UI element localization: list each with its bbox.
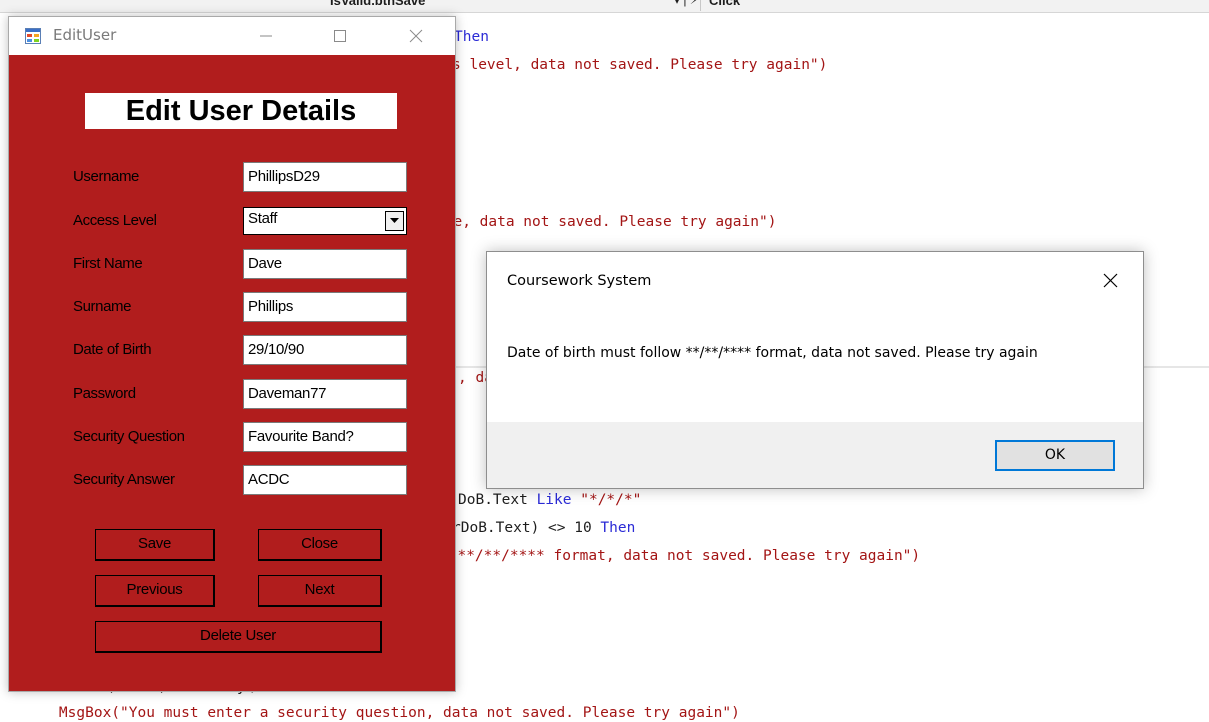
previous-button[interactable]: Previous [95, 575, 215, 607]
edit-user-form: Edit User Details Username Access Level … [9, 55, 455, 691]
username-field[interactable]: PhillipsD29 [243, 162, 407, 192]
code-line: ame, data not saved. Please try again") [436, 213, 776, 231]
code-token: v **/**/**** format, data not saved. Ple… [440, 548, 921, 564]
code-token: DoB.Text [458, 492, 537, 508]
maximize-icon [334, 30, 346, 42]
code-token: s level, data not saved. Please try agai… [452, 57, 828, 73]
code-token: Then [454, 29, 489, 45]
dialog-close-button[interactable] [1087, 260, 1133, 300]
code-token: MsgBox("You must enter a security questi… [24, 705, 740, 721]
code-line: rDoB.Text) <> 10 Then [452, 519, 635, 537]
date-of-birth-field[interactable]: 29/10/90 [243, 335, 407, 365]
first-name-field[interactable]: Dave [243, 249, 407, 279]
access-level-select[interactable]: Staff [243, 207, 407, 235]
label-security-answer: Security Answer [73, 471, 175, 488]
code-token: "*/*/*" [571, 492, 642, 508]
event-dropdown[interactable]: Click [700, 0, 1209, 11]
label-surname: Surname [73, 298, 132, 315]
code-token: ame, data not saved. Please try again") [436, 214, 777, 230]
dialog-title: Coursework System [507, 273, 652, 289]
chevron-down-icon [390, 218, 399, 223]
label-access-level: Access Level [73, 212, 157, 229]
surname-field[interactable]: Phillips [243, 292, 407, 322]
next-button[interactable]: Next [258, 575, 382, 607]
code-token: rDoB.Text) <> 10 [452, 520, 601, 536]
label-password: Password [73, 385, 136, 402]
access-level-dropdown-button[interactable] [385, 211, 404, 231]
code-token: Then [600, 520, 636, 536]
form-heading: Edit User Details [85, 93, 397, 129]
code-line: Then [454, 28, 489, 46]
code-line: s level, data not saved. Please try agai… [452, 56, 827, 74]
code-token: Like [536, 492, 572, 508]
close-icon [409, 29, 423, 43]
delete-user-button[interactable]: Delete User [95, 621, 382, 653]
close-icon [1103, 273, 1117, 287]
label-username: Username [73, 168, 139, 185]
dialog-message: Date of birth must follow **/**/**** for… [507, 345, 1038, 361]
message-box-dialog: Coursework System Date of birth must fol… [486, 251, 1144, 489]
minimize-button[interactable] [245, 17, 287, 55]
close-button[interactable]: Close [258, 529, 382, 561]
edit-user-window: EditUser Edit User Details Username Acce… [8, 16, 456, 692]
label-first-name: First Name [73, 255, 143, 272]
minimize-icon [260, 35, 272, 37]
app-form-icon [25, 28, 41, 44]
close-window-button[interactable] [395, 17, 437, 55]
code-line: DoB.Text Like "*/*/*" [458, 491, 641, 509]
member-dropdown[interactable]: IsValid.btnSave [330, 0, 670, 11]
security-question-field[interactable]: Favourite Band? [243, 422, 407, 452]
save-button[interactable]: Save [95, 529, 215, 561]
code-line: v **/**/**** format, data not saved. Ple… [440, 547, 920, 565]
window-titlebar[interactable]: EditUser [9, 17, 455, 55]
ok-button[interactable]: OK [995, 440, 1115, 471]
security-answer-field[interactable]: ACDC [243, 465, 407, 495]
nav-separator: ▾ | ⚡ [674, 0, 699, 7]
label-date-of-birth: Date of Birth [73, 341, 152, 358]
password-field[interactable]: Daveman77 [243, 379, 407, 409]
maximize-button[interactable] [319, 17, 361, 55]
dialog-button-area: OK [487, 422, 1143, 488]
window-title: EditUser [53, 26, 117, 44]
editor-navigation-bar: IsValid.btnSave ▾ | ⚡ Click [0, 0, 1209, 13]
code-line: MsgBox("You must enter a security questi… [24, 704, 740, 722]
access-level-value: Staff [248, 210, 278, 227]
label-security-question: Security Question [73, 428, 185, 445]
